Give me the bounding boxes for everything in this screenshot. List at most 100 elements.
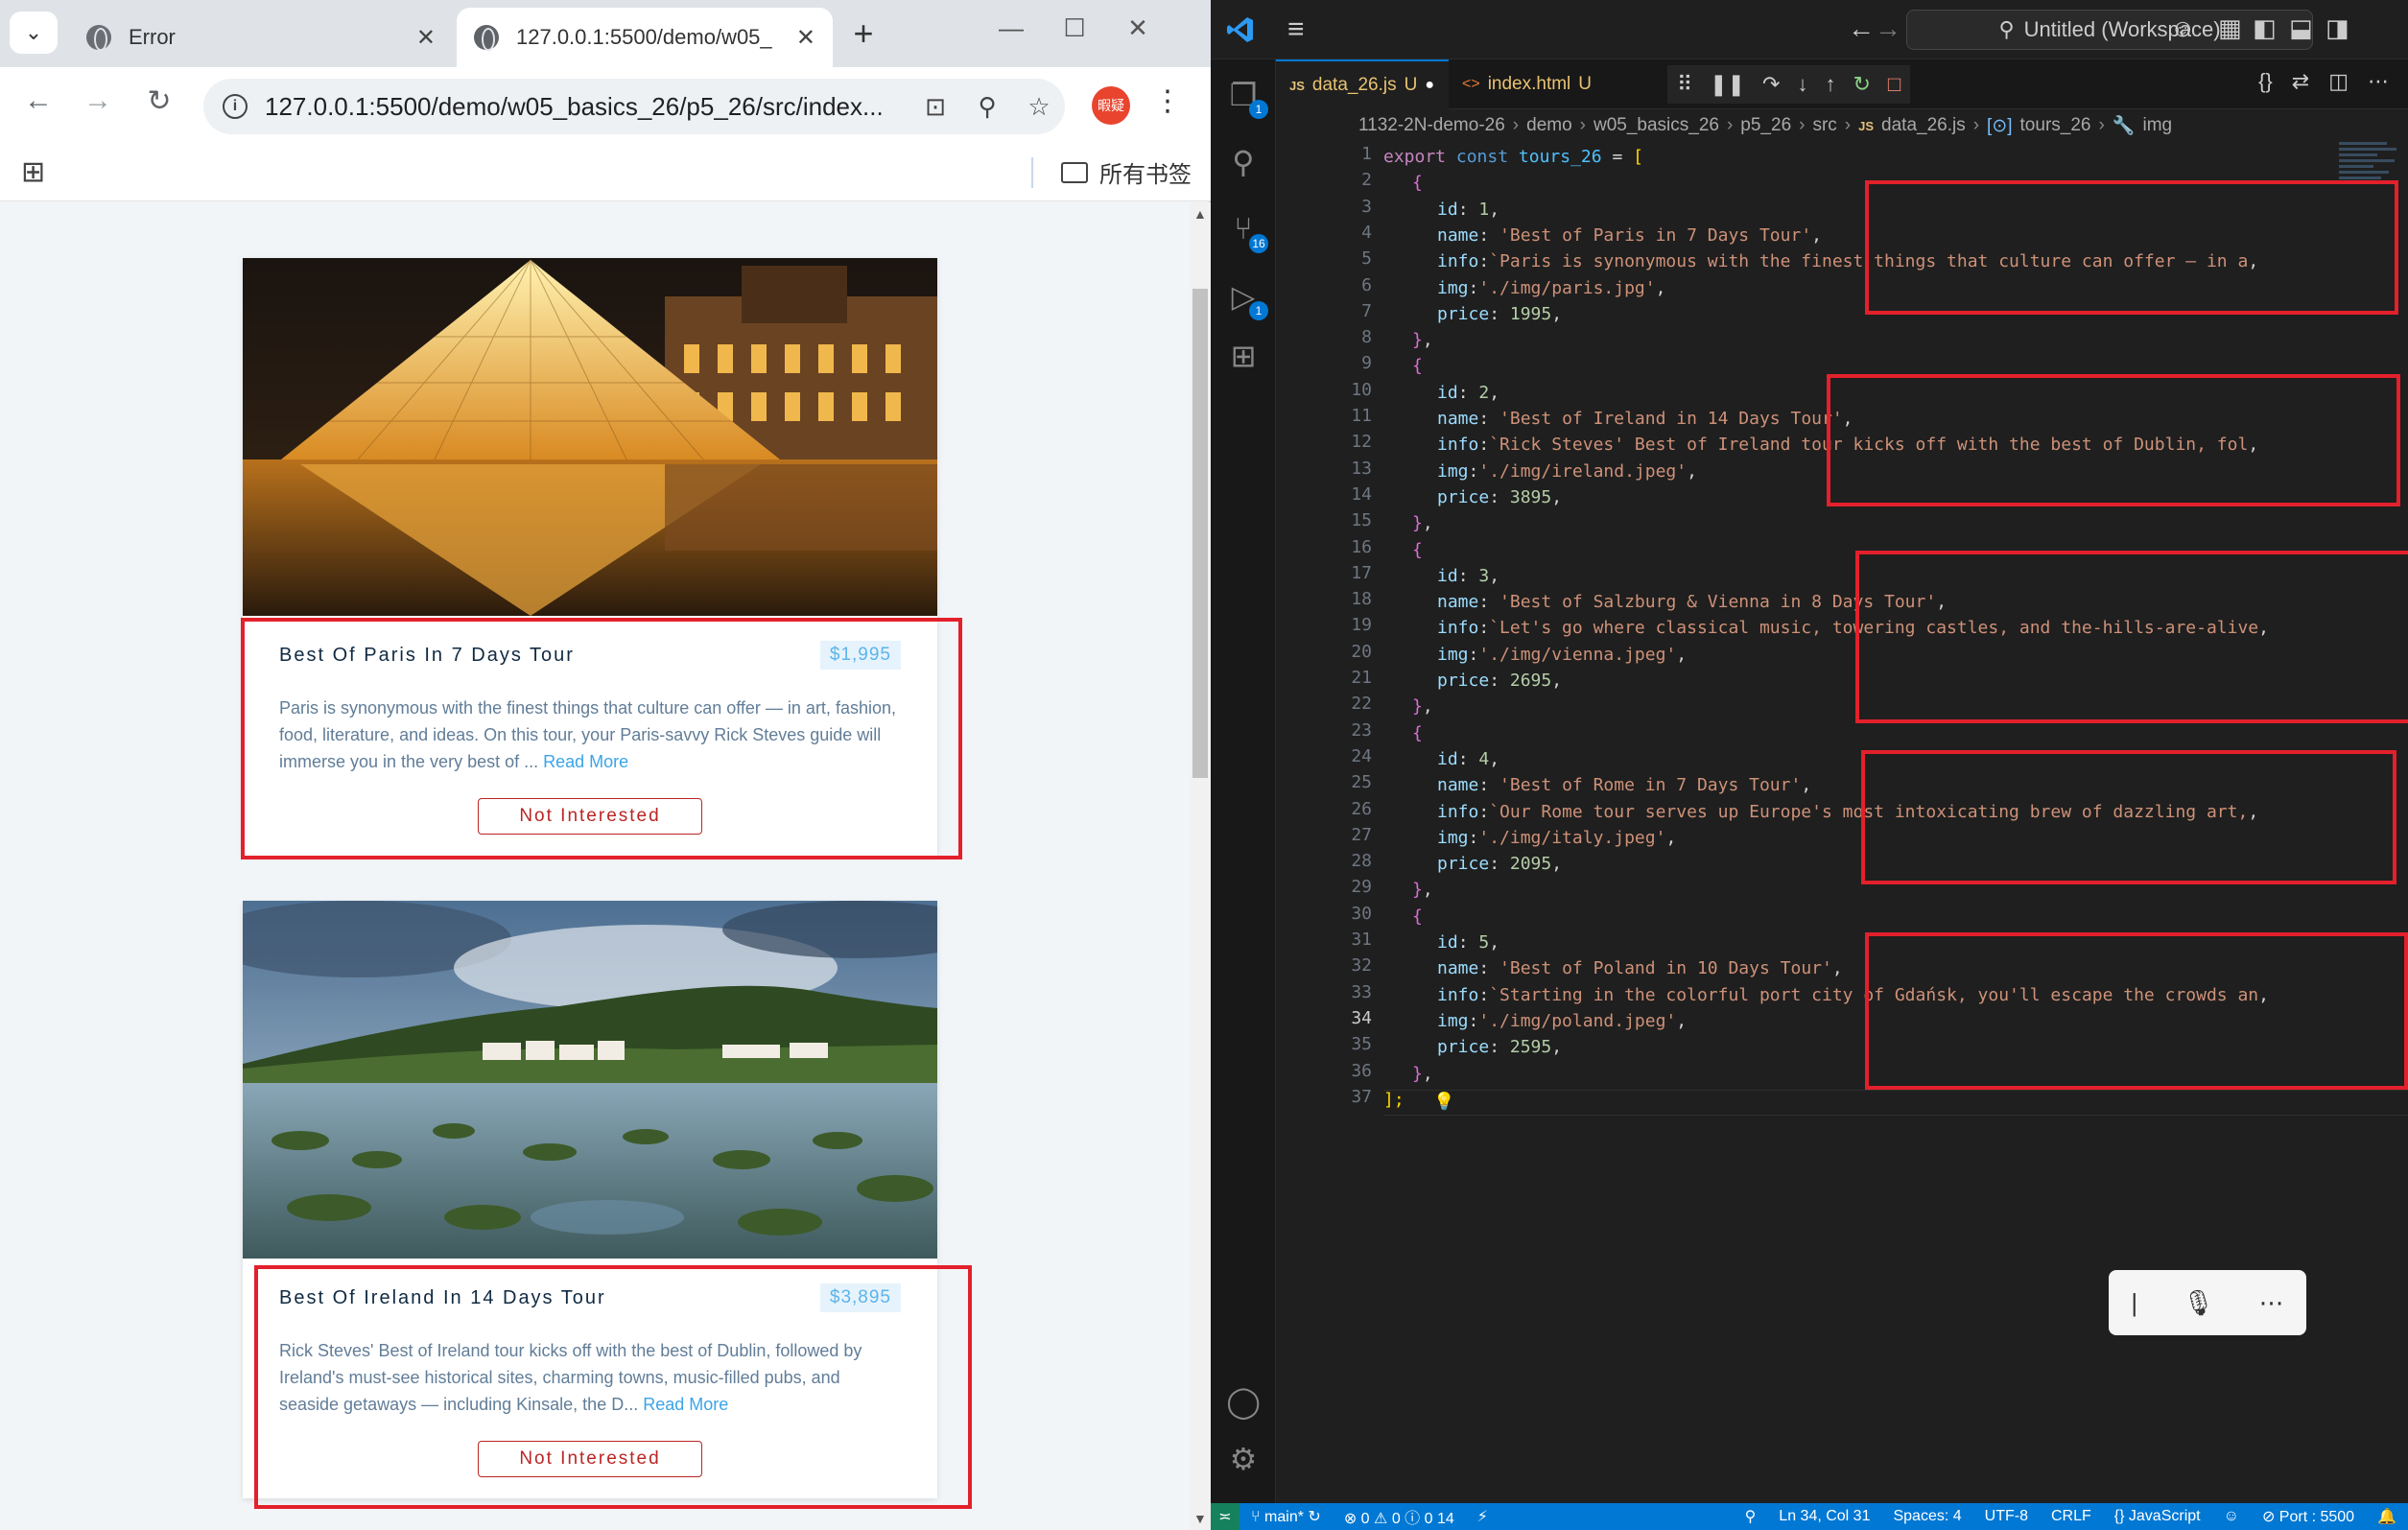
code-line[interactable]: id: 2, bbox=[1437, 380, 1499, 406]
drag-handle-icon[interactable]: ⠿ bbox=[1677, 72, 1692, 97]
menu-icon[interactable]: ≡ bbox=[1287, 13, 1305, 46]
cursor-position[interactable]: Ln 34, Col 31 bbox=[1767, 1508, 1881, 1525]
code-line[interactable]: name: 'Best of Poland in 10 Days Tour', bbox=[1437, 955, 1843, 981]
zoom-icon[interactable]: ⚲ bbox=[1734, 1507, 1768, 1526]
code-line[interactable]: }, bbox=[1412, 327, 1433, 353]
step-out-icon[interactable]: ↑ bbox=[1825, 72, 1835, 97]
code-line[interactable]: img:'./img/italy.jpeg', bbox=[1437, 825, 1676, 851]
account-icon[interactable]: ◯ bbox=[1224, 1383, 1263, 1422]
breadcrumb-item[interactable]: src bbox=[1812, 115, 1836, 136]
breadcrumb-item[interactable]: w05_basics_26 bbox=[1594, 115, 1719, 136]
breadcrumb-item[interactable]: img bbox=[2142, 115, 2172, 136]
code-line[interactable]: }, bbox=[1412, 877, 1433, 903]
scroll-down-icon[interactable]: ▼ bbox=[1193, 1511, 1207, 1526]
language-mode[interactable]: {} JavaScript bbox=[2103, 1508, 2212, 1525]
code-line[interactable]: img:'./img/ireland.jpeg', bbox=[1437, 459, 1697, 484]
pause-icon[interactable]: ❚❚ bbox=[1710, 72, 1745, 97]
code-line[interactable]: price: 2595, bbox=[1437, 1034, 1562, 1060]
breadcrumb-item[interactable]: demo bbox=[1526, 115, 1572, 136]
unsaved-dot-icon[interactable]: ● bbox=[1425, 77, 1434, 94]
copilot-icon[interactable]: ☺ bbox=[2170, 13, 2196, 43]
close-tab-icon[interactable]: ✕ bbox=[796, 24, 815, 52]
scroll-up-icon[interactable]: ▲ bbox=[1193, 206, 1207, 222]
branch-status[interactable]: ⑂ main* ↻ bbox=[1239, 1507, 1333, 1526]
breadcrumb-item[interactable]: tours_26 bbox=[2020, 115, 2091, 136]
code-line[interactable]: id: 5, bbox=[1437, 930, 1499, 955]
page-viewport[interactable]: Best Of Paris In 7 Days Tour $1,995 Pari… bbox=[0, 202, 1190, 1530]
browser-tab-error[interactable]: Error ✕ bbox=[69, 8, 453, 67]
forward-icon[interactable]: → bbox=[77, 84, 119, 117]
breadcrumb-item[interactable]: 1132-2N-demo-26 bbox=[1358, 115, 1505, 136]
reload-icon[interactable]: ↻ bbox=[138, 84, 180, 118]
code-line[interactable]: { bbox=[1412, 537, 1423, 563]
run-debug-icon[interactable]: ▷ 1 bbox=[1224, 278, 1268, 320]
translate-icon[interactable]: ⊡ bbox=[909, 92, 961, 122]
bookmark-star-icon[interactable]: ☆ bbox=[1013, 92, 1065, 122]
search-icon[interactable]: ⚲ bbox=[1224, 144, 1263, 182]
toggle-sidebar-icon[interactable]: ◧ bbox=[2253, 13, 2277, 43]
code-line[interactable]: name: 'Best of Ireland in 14 Days Tour', bbox=[1437, 406, 1853, 432]
address-bar[interactable]: i 127.0.0.1:5500/demo/w05_basics_26/p5_2… bbox=[203, 79, 1065, 134]
code-line[interactable]: ]; bbox=[1383, 1087, 1405, 1113]
live-server-port[interactable]: ⊘ Port : 5500 bbox=[2251, 1507, 2366, 1526]
back-icon[interactable]: ← bbox=[17, 84, 59, 117]
close-window-button[interactable]: ✕ bbox=[1109, 13, 1167, 43]
code-line[interactable]: img:'./img/vienna.jpeg', bbox=[1437, 642, 1687, 668]
tab-data-26-js[interactable]: JS data_26.js U ● bbox=[1276, 59, 1449, 109]
copilot-status-icon[interactable]: ☺ bbox=[2212, 1508, 2251, 1525]
more-actions-icon[interactable]: ⋯ bbox=[2368, 69, 2389, 94]
split-editor-icon[interactable]: ◫ bbox=[2328, 69, 2349, 94]
close-tab-icon[interactable]: ✕ bbox=[416, 24, 436, 52]
step-into-icon[interactable]: ↓ bbox=[1797, 72, 1807, 97]
tab-search-button[interactable]: ⌄ bbox=[10, 12, 58, 54]
eol-status[interactable]: CRLF bbox=[2040, 1508, 2103, 1525]
encoding-status[interactable]: UTF-8 bbox=[1973, 1508, 2040, 1525]
page-scrollbar[interactable]: ▲ ▼ bbox=[1190, 202, 1211, 1530]
indentation-status[interactable]: Spaces: 4 bbox=[1881, 1508, 1972, 1525]
notifications-icon[interactable]: 🔔 bbox=[2366, 1507, 2408, 1526]
remote-indicator-icon[interactable]: ≍ bbox=[1211, 1503, 1239, 1530]
code-line[interactable]: price: 1995, bbox=[1437, 301, 1562, 327]
code-line[interactable]: { bbox=[1412, 720, 1423, 746]
code-line[interactable]: img:'./img/paris.jpg', bbox=[1437, 275, 1665, 301]
stop-icon[interactable]: □ bbox=[1888, 72, 1900, 97]
site-info-icon[interactable]: i bbox=[223, 94, 248, 119]
new-tab-button[interactable]: + bbox=[842, 13, 885, 54]
step-over-icon[interactable]: ↷ bbox=[1762, 72, 1780, 97]
code-line[interactable]: price: 3895, bbox=[1437, 484, 1562, 510]
explorer-icon[interactable]: ❐ 1 bbox=[1224, 77, 1268, 119]
compare-icon[interactable]: ⇄ bbox=[2292, 69, 2309, 94]
code-line[interactable]: name: 'Best of Rome in 7 Days Tour', bbox=[1437, 772, 1811, 798]
tab-index-html[interactable]: <> index.html U bbox=[1449, 59, 1627, 109]
zoom-icon[interactable]: ⚲ bbox=[961, 92, 1013, 122]
apps-grid-icon[interactable]: ⊞ bbox=[21, 155, 45, 189]
url-text[interactable]: 127.0.0.1:5500/demo/w05_basics_26/p5_26/… bbox=[265, 92, 909, 122]
source-control-icon[interactable]: ⑂ 16 bbox=[1224, 211, 1268, 253]
all-bookmarks-folder[interactable]: 所有书签 bbox=[1061, 155, 1192, 189]
toggle-secondary-sidebar-icon[interactable]: ◨ bbox=[2325, 13, 2349, 43]
back-icon[interactable]: ← bbox=[1848, 13, 1875, 44]
extensions-icon[interactable]: ⊞ bbox=[1224, 338, 1263, 376]
toggle-panel-icon[interactable]: ⬓ bbox=[2289, 13, 2313, 43]
code-line[interactable]: img:'./img/poland.jpeg', bbox=[1437, 1008, 1687, 1034]
code-line[interactable]: { bbox=[1412, 904, 1423, 930]
code-line[interactable]: id: 4, bbox=[1437, 746, 1499, 772]
browser-tab-localhost[interactable]: 127.0.0.1:5500/demo/w05_ ✕ bbox=[457, 8, 833, 67]
browser-menu-icon[interactable]: ⋮ bbox=[1153, 84, 1182, 118]
profile-avatar[interactable]: 暇疑 bbox=[1092, 86, 1130, 125]
lightbulb-icon[interactable]: 💡 bbox=[1433, 1092, 1454, 1112]
code-line[interactable]: export const tours_26 = [ bbox=[1383, 144, 1643, 170]
code-line[interactable]: }, bbox=[1412, 694, 1433, 719]
code-line[interactable]: }, bbox=[1412, 1061, 1433, 1087]
code-line[interactable]: }, bbox=[1412, 510, 1433, 536]
scrollbar-thumb[interactable] bbox=[1192, 289, 1208, 778]
forward-icon[interactable]: → bbox=[1875, 13, 1901, 44]
code-line[interactable]: price: 2695, bbox=[1437, 668, 1562, 694]
breadcrumb-item[interactable]: p5_26 bbox=[1740, 115, 1791, 136]
code-line[interactable]: { bbox=[1412, 170, 1423, 196]
code-line[interactable]: price: 2095, bbox=[1437, 851, 1562, 877]
maximize-button[interactable]: ☐ bbox=[1046, 13, 1103, 43]
layout-icon[interactable]: ▦ bbox=[2218, 13, 2242, 43]
debug-status-icon[interactable]: ⚡ bbox=[1466, 1507, 1499, 1526]
code-line[interactable]: name: 'Best of Paris in 7 Days Tour', bbox=[1437, 223, 1822, 248]
